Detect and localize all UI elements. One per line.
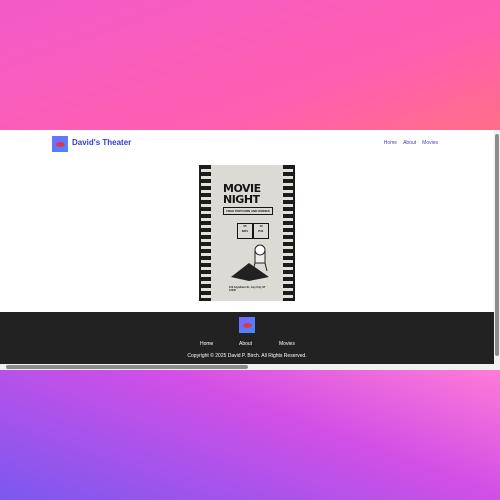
vertical-scrollbar-thumb[interactable] [495, 134, 499, 356]
footer-link-movies[interactable]: Movies [279, 341, 295, 347]
background-gradient-bottom [0, 370, 500, 500]
site-brand[interactable]: David's Theater [72, 138, 131, 147]
header-nav: Home About Movies [384, 140, 438, 146]
poster-title: MOVIE NIGHT [223, 183, 273, 205]
poster-title-line2: NIGHT [223, 193, 260, 206]
footer-logo[interactable] [239, 317, 255, 333]
poster-time: 10 P.M. [253, 223, 269, 239]
movie-night-poster: MOVIE NIGHT FREE POPCORN AND DRINKS 05 N… [199, 165, 295, 301]
vertical-scrollbar[interactable] [494, 130, 500, 364]
browser-window: David's Theater Home About Movies MOVIE … [0, 130, 500, 370]
footer-link-about[interactable]: About [239, 341, 252, 347]
lips-icon [55, 141, 65, 147]
site-header: David's Theater Home About Movies [0, 130, 494, 158]
poster-time-unit: P.M. [258, 229, 264, 233]
lips-icon [242, 322, 252, 328]
nav-link-about[interactable]: About [403, 140, 416, 146]
poster-date-month: NOV [241, 229, 249, 233]
footer-link-home[interactable]: Home [200, 341, 213, 347]
poster-body: MOVIE NIGHT FREE POPCORN AND DRINKS 05 N… [211, 165, 283, 301]
film-strip-left [201, 165, 211, 301]
nav-link-home[interactable]: Home [384, 140, 397, 146]
horizontal-scrollbar[interactable] [0, 364, 500, 370]
poster-address: 123 Anywhere St., Any City, ST 12345 [229, 286, 266, 292]
popcorn-character-illustration [231, 244, 269, 281]
nav-link-movies[interactable]: Movies [422, 140, 438, 146]
site-footer: Home About Movies Copyright © 2025 David… [0, 312, 494, 364]
poster-subtitle: FREE POPCORN AND DRINKS [223, 207, 273, 215]
film-strip-right [283, 165, 293, 301]
horizontal-scrollbar-thumb[interactable] [6, 365, 248, 369]
copyright-text: Copyright © 2025 David P. Birch. All Rig… [187, 353, 307, 359]
site-logo[interactable] [52, 136, 68, 152]
poster-date: 05 NOV [237, 223, 253, 239]
